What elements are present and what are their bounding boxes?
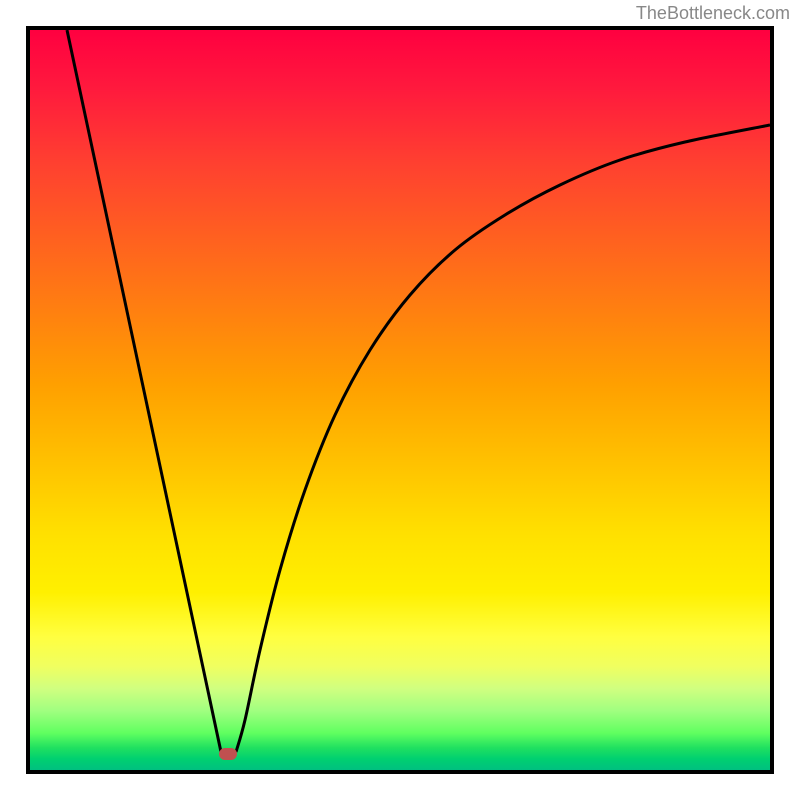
optimal-point-marker [219,748,237,760]
left-descent-line [67,30,221,752]
watermark-text: TheBottleneck.com [636,3,790,24]
right-ascent-curve [236,125,770,752]
chart-curves [30,30,770,770]
chart-area [26,26,774,774]
